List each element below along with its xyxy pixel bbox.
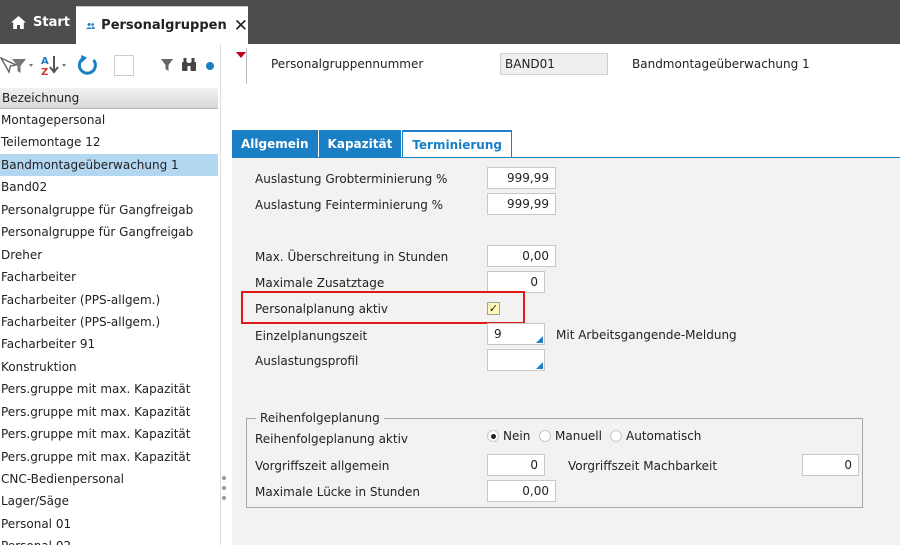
einzelplanung-note: Mit Arbeitsgangende-Meldung bbox=[556, 328, 737, 342]
radio-automatisch[interactable] bbox=[610, 430, 622, 442]
reihenfolge-group-title: Reihenfolgeplanung bbox=[256, 411, 384, 425]
filter-icon[interactable] bbox=[160, 58, 174, 72]
list-item[interactable]: Teilemontage 12 bbox=[0, 131, 218, 153]
dropdown-corner-icon bbox=[536, 336, 543, 343]
dot-icon[interactable] bbox=[206, 62, 214, 70]
tab-terminierung[interactable]: Terminierung bbox=[402, 130, 512, 158]
tab-start[interactable]: Start bbox=[0, 6, 76, 38]
list-column-header[interactable]: Bezeichnung bbox=[0, 88, 218, 109]
list-item[interactable]: Pers.gruppe mit max. Kapazität bbox=[0, 378, 218, 400]
radio-manuell-label[interactable]: Manuell bbox=[555, 429, 602, 443]
max-ueberschreitung-input[interactable]: 0,00 bbox=[487, 245, 556, 267]
binoculars-icon[interactable] bbox=[181, 57, 197, 72]
radio-manuell[interactable] bbox=[539, 430, 551, 442]
list-item[interactable]: Facharbeiter (PPS-allgem.) bbox=[0, 289, 218, 311]
luecke-label: Maximale Lücke in Stunden bbox=[255, 485, 421, 499]
splitter-grip-dot bbox=[222, 496, 226, 500]
splitter-grip-dot bbox=[222, 476, 226, 480]
reihenfolge-aktiv-label: Reihenfolgeplanung aktiv bbox=[255, 432, 409, 446]
tab-allgemein[interactable]: Allgemein bbox=[232, 130, 318, 158]
max-ueberschreitung-label: Max. Überschreitung in Stunden bbox=[255, 250, 449, 264]
list-item[interactable]: Personal 02 bbox=[0, 535, 218, 545]
blank-icon[interactable] bbox=[114, 55, 134, 76]
list-item[interactable]: Facharbeiter (PPS-allgem.) bbox=[0, 311, 218, 333]
list-item[interactable]: Pers.gruppe mit max. Kapazität bbox=[0, 401, 218, 423]
detail-tabs: Allgemein Kapazität Terminierung bbox=[232, 130, 513, 158]
tab-kapazitaet[interactable]: Kapazität bbox=[318, 130, 402, 158]
people-icon bbox=[86, 22, 95, 29]
tab-personalgruppen[interactable]: Personalgruppen ✕ bbox=[76, 6, 248, 44]
header-divider bbox=[246, 48, 247, 84]
list-item[interactable]: Personalgruppe für Gangfreigab bbox=[0, 199, 218, 221]
list-toolbar: A Z bbox=[0, 44, 220, 88]
top-tab-bar: Start Personalgruppen ✕ bbox=[0, 0, 900, 44]
tab-start-label: Start bbox=[33, 14, 70, 30]
list-item[interactable]: Personalgruppe für Gangfreigab bbox=[0, 221, 218, 243]
refresh-icon[interactable] bbox=[77, 54, 99, 76]
max-zusatztage-input[interactable]: 0 bbox=[487, 271, 545, 293]
list-item[interactable]: Pers.gruppe mit max. Kapazität bbox=[0, 446, 218, 468]
panel-splitter[interactable] bbox=[220, 44, 232, 545]
vorgriff-label: Vorgriffszeit allgemein bbox=[255, 459, 390, 473]
einzelplanung-select[interactable]: 9 bbox=[487, 323, 545, 345]
vorgriff-machbarkeit-input[interactable]: 0 bbox=[802, 454, 859, 476]
description-text: Bandmontageüberwachung 1 bbox=[632, 57, 810, 71]
svg-text:A: A bbox=[41, 56, 49, 67]
select-filter-icon[interactable] bbox=[0, 56, 38, 76]
tab-personalgruppen-label: Personalgruppen bbox=[101, 18, 227, 33]
dropdown-corner-icon bbox=[536, 362, 543, 369]
list-item[interactable]: Facharbeiter bbox=[0, 266, 218, 288]
list-item[interactable]: Band02 bbox=[0, 176, 218, 198]
vorgriff-machbarkeit-label: Vorgriffszeit Machbarkeit bbox=[568, 459, 718, 473]
list-item[interactable]: Konstruktion bbox=[0, 356, 218, 378]
einzelplanung-value: 9 bbox=[494, 327, 502, 341]
sort-az-icon[interactable]: A Z bbox=[40, 54, 74, 76]
list-item[interactable]: Lager/Säge bbox=[0, 490, 218, 512]
radio-nein[interactable] bbox=[487, 430, 499, 442]
list-item[interactable]: Pers.gruppe mit max. Kapazität bbox=[0, 423, 218, 445]
fein-label: Auslastung Feinterminierung % bbox=[255, 198, 444, 212]
max-zusatztage-label: Maximale Zusatztage bbox=[255, 276, 385, 290]
list-item[interactable]: Bandmontageüberwachung 1 bbox=[0, 153, 218, 177]
number-label: Personalgruppennummer bbox=[271, 57, 424, 71]
radio-automatisch-label[interactable]: Automatisch bbox=[626, 429, 701, 443]
svg-text:Z: Z bbox=[41, 67, 48, 76]
required-marker-icon bbox=[236, 52, 246, 58]
close-icon[interactable]: ✕ bbox=[234, 16, 248, 36]
fein-input[interactable]: 999,99 bbox=[487, 193, 556, 215]
radio-nein-label[interactable]: Nein bbox=[503, 429, 530, 443]
list-item[interactable]: Personal 01 bbox=[0, 513, 218, 535]
list-item[interactable]: CNC-Bedienpersonal bbox=[0, 468, 218, 490]
einzelplanung-label: Einzelplanungszeit bbox=[255, 329, 368, 343]
list-item[interactable]: Facharbeiter 91 bbox=[0, 333, 218, 355]
grob-input[interactable]: 999,99 bbox=[487, 167, 556, 189]
number-field: BAND01 bbox=[500, 53, 608, 75]
home-icon bbox=[11, 15, 26, 29]
list-panel: A Z Bezeichnung Montagepersonal Teilemont… bbox=[0, 44, 220, 545]
luecke-input[interactable]: 0,00 bbox=[487, 480, 556, 502]
grob-label: Auslastung Grobterminierung % bbox=[255, 172, 448, 186]
splitter-grip-dot bbox=[222, 486, 226, 490]
list-item[interactable]: Dreher bbox=[0, 244, 218, 266]
vorgriff-input[interactable]: 0 bbox=[487, 454, 545, 476]
personalgruppen-list: Montagepersonal Teilemontage 12 Bandmontag… bbox=[0, 109, 218, 545]
highlight-box bbox=[241, 291, 525, 324]
list-item[interactable]: Montagepersonal bbox=[0, 109, 218, 131]
auslastungsprofil-select[interactable] bbox=[487, 349, 545, 371]
auslastungsprofil-label: Auslastungsprofil bbox=[255, 354, 359, 368]
